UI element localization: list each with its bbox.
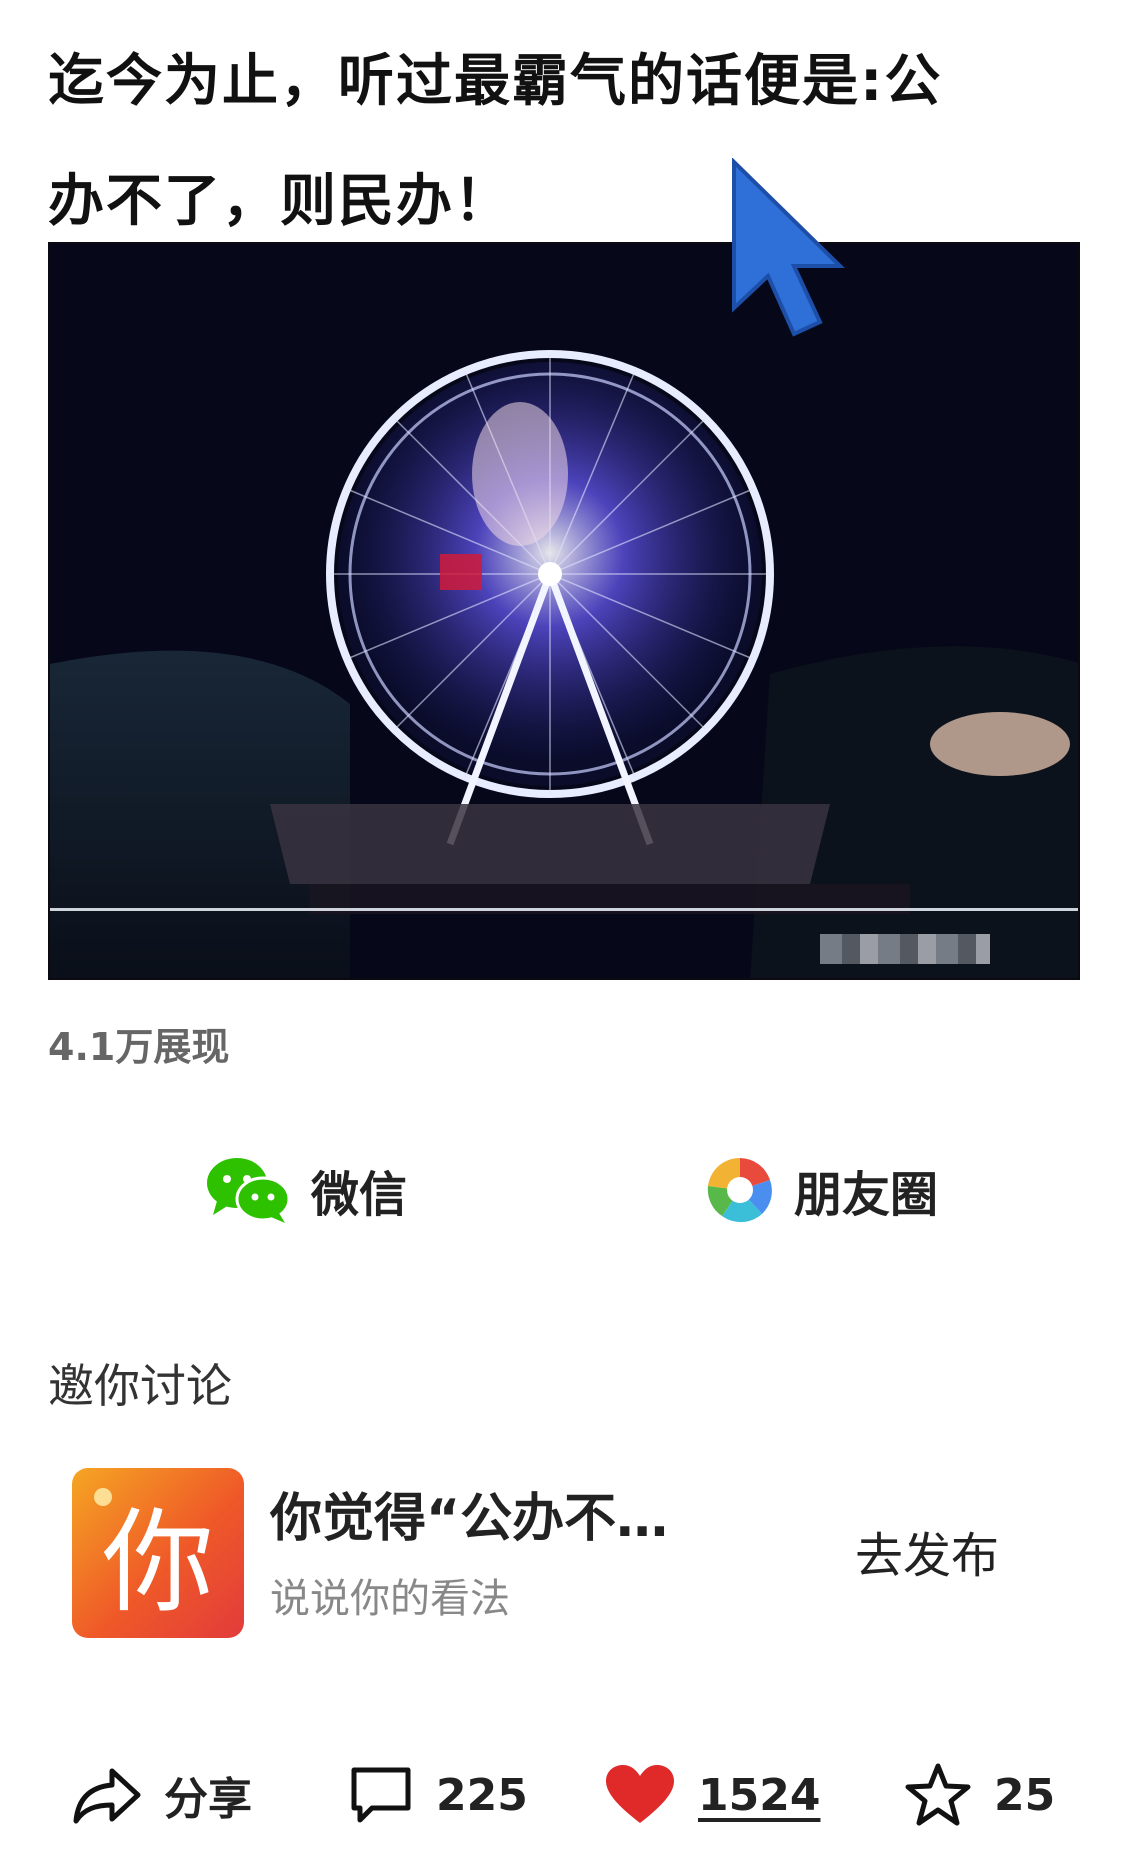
video-progress-bar[interactable]	[50, 908, 1078, 911]
share-moments-button[interactable]: 朋友圈	[564, 1130, 1080, 1250]
share-label: 分享	[164, 1774, 252, 1825]
share-wechat-button[interactable]: 微信	[48, 1130, 564, 1250]
action-bar: 分享 225 1524 25	[0, 1740, 1128, 1850]
view-count: 4.1万展现	[48, 1025, 230, 1069]
share-row: 微信 朋友圈	[48, 1130, 1080, 1250]
discussion-question: 你觉得“公办不…	[270, 1489, 669, 1549]
post-title-line-1: 迄今为止，听过最霸气的话便是:公	[48, 49, 943, 114]
discussion-section-title: 邀你讨论	[48, 1359, 232, 1413]
discussion-card[interactable]: 你 你觉得“公办不… 说说你的看法 去发布	[72, 1466, 1072, 1640]
share-action[interactable]: 分享	[72, 1740, 252, 1850]
cursor-icon	[732, 158, 845, 337]
video-watermark	[820, 934, 990, 964]
comment-action[interactable]: 225	[348, 1740, 528, 1850]
wechat-icon	[206, 1158, 291, 1223]
moments-icon	[707, 1157, 772, 1223]
moments-label: 朋友圈	[793, 1167, 938, 1223]
video-player[interactable]	[48, 242, 1080, 980]
comment-icon	[351, 1767, 411, 1823]
ni-badge: 你	[72, 1468, 244, 1638]
video-frame	[50, 244, 1078, 978]
comment-count: 225	[436, 1769, 528, 1821]
favorite-count: 25	[994, 1769, 1056, 1821]
wechat-label: 微信	[310, 1167, 407, 1223]
star-icon	[905, 1763, 971, 1826]
like-count: 1524	[698, 1769, 821, 1821]
share-arrow-icon	[73, 1768, 141, 1824]
heart-icon	[606, 1765, 674, 1823]
like-action[interactable]: 1524	[604, 1740, 820, 1850]
post-title: 迄今为止，听过最霸气的话便是:公 办不了，则民办！	[48, 22, 1078, 262]
discussion-subtitle: 说说你的看法	[270, 1576, 510, 1622]
favorite-action[interactable]: 25	[904, 1740, 1055, 1850]
publish-button[interactable]: 去发布	[832, 1506, 1022, 1596]
ni-badge-char: 你	[102, 1498, 214, 1628]
